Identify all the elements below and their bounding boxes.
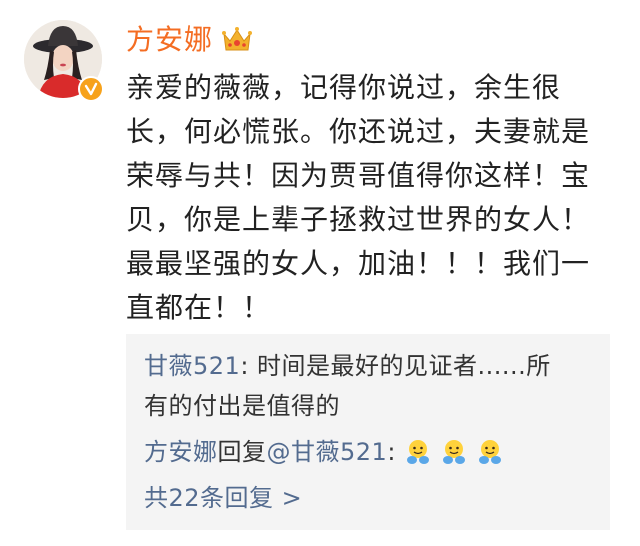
verified-badge-icon (78, 76, 104, 102)
author-row: 方安娜 (126, 18, 253, 62)
crown-icon (221, 24, 253, 56)
more-replies-row: 共22条回复 > (144, 480, 302, 516)
reply-item: 方安娜回复@甘薇521: (144, 434, 504, 470)
reply-box[interactable]: 甘薇521: 时间是最好的见证者......所 有的付出是值得的 方安娜回复@甘… (126, 334, 610, 530)
reply-action-text: 回复 (217, 438, 267, 466)
weibo-comment: 方安娜 亲爱的薇薇，记得你说过，余生很 长，何必慌张。你还说过，夫妻就是 荣辱与… (0, 0, 640, 546)
author-name[interactable]: 方安娜 (126, 18, 213, 62)
hug-emoji-icon (440, 438, 468, 466)
reply-item-continuation: 有的付出是值得的 (144, 388, 340, 424)
reply-text: 有的付出是值得的 (144, 392, 340, 420)
more-replies-link[interactable]: 共22条回复 > (144, 484, 302, 512)
reply-text: : 时间是最好的见证者......所 (240, 352, 551, 380)
comment-line: 直都在！！ (126, 291, 272, 324)
reply-colon: : (387, 438, 396, 466)
comment-line: 亲爱的薇薇，记得你说过，余生很 (126, 71, 562, 104)
hug-emoji-icon (476, 438, 504, 466)
reply-author-name[interactable]: 甘薇521 (144, 352, 240, 380)
reply-author-name[interactable]: 方安娜 (144, 438, 218, 466)
comment-line: 荣辱与共！因为贾哥值得你这样！宝 (126, 159, 591, 192)
hug-emoji-icon (404, 438, 432, 466)
comment-text: 亲爱的薇薇，记得你说过，余生很 长，何必慌张。你还说过，夫妻就是 荣辱与共！因为… (126, 66, 626, 330)
comment-line: 长，何必慌张。你还说过，夫妻就是 (126, 115, 591, 148)
reply-item: 甘薇521: 时间是最好的见证者......所 (144, 348, 551, 384)
comment-line: 最最坚强的女人，加油！！！我们一 (126, 247, 591, 280)
reply-mention[interactable]: @甘薇521 (267, 438, 388, 466)
comment-line: 贝，你是上辈子拯救过世界的女人！ (126, 203, 591, 236)
